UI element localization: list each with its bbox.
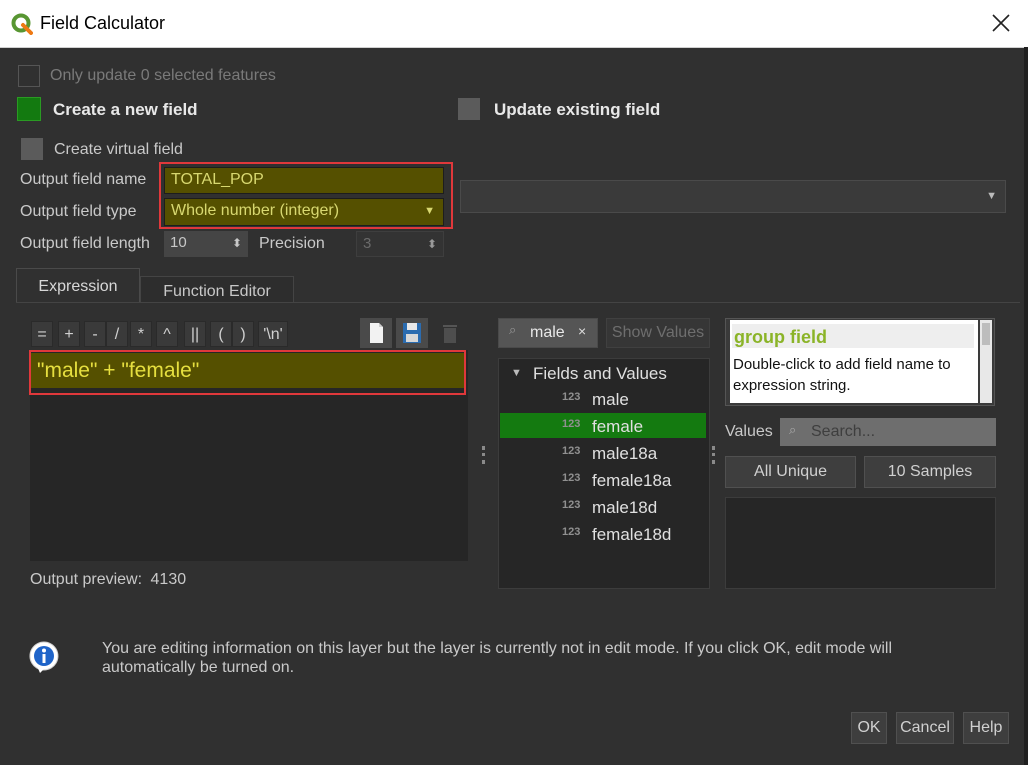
operator-plus-button[interactable]: + — [58, 321, 80, 347]
operator-concat-button[interactable]: || — [184, 321, 206, 347]
tree-item[interactable]: 123 female18a — [562, 467, 704, 494]
precision-spinbox[interactable]: 3 ⬍ — [356, 231, 444, 257]
update-existing-field-label: Update existing field — [494, 100, 661, 119]
delete-button[interactable] — [434, 318, 466, 348]
numeric-field-icon: 123 — [562, 472, 581, 484]
chevron-down-icon: ▼ — [986, 190, 997, 202]
expression-highlight — [29, 350, 466, 395]
help-button[interactable]: Help — [963, 712, 1009, 744]
tree-item-label: female18a — [592, 471, 672, 490]
only-selected-checkbox[interactable] — [18, 65, 40, 87]
create-new-field-label: Create a new field — [53, 100, 198, 119]
output-field-length-value: 10 — [170, 234, 187, 251]
operator-open-paren-button[interactable]: ( — [210, 321, 232, 347]
title-bar: Field Calculator — [0, 0, 1028, 48]
info-message: You are editing information on this laye… — [102, 640, 893, 676]
numeric-field-icon: 123 — [562, 391, 581, 403]
trash-icon — [443, 325, 457, 343]
tree-item[interactable]: 123 male — [562, 386, 704, 413]
help-text: Double-click to add field name to expres… — [733, 356, 951, 394]
tree-item-label: female — [592, 417, 644, 436]
close-icon[interactable] — [988, 10, 1014, 36]
values-list[interactable] — [725, 497, 996, 589]
output-field-length-label: Output field length — [20, 235, 150, 252]
clear-search-icon[interactable]: × — [578, 323, 586, 339]
function-search-value: male — [530, 324, 565, 341]
help-title: group field — [732, 324, 974, 348]
create-virtual-field-checkbox[interactable] — [21, 138, 43, 160]
operator-power-button[interactable]: ^ — [156, 321, 178, 347]
tab-expression[interactable]: Expression — [16, 268, 140, 302]
operator-newline-button[interactable]: '\n' — [258, 321, 288, 347]
precision-label: Precision — [259, 235, 325, 252]
window-title: Field Calculator — [40, 13, 166, 33]
new-file-button[interactable] — [360, 318, 392, 348]
numeric-field-icon: 123 — [562, 418, 581, 430]
numeric-field-icon: 123 — [562, 499, 581, 511]
operator-multiply-button[interactable]: * — [130, 321, 152, 347]
help-content: group field Double-click to add field na… — [730, 320, 978, 403]
show-values-button[interactable]: Show Values — [606, 318, 710, 348]
tree-item[interactable]: 123 male18d — [562, 494, 704, 521]
output-preview-label: Output preview: — [30, 571, 143, 588]
tree-item-label: male — [592, 390, 629, 409]
save-icon — [403, 323, 421, 343]
operator-close-paren-button[interactable]: ) — [232, 321, 254, 347]
values-search-placeholder: Search... — [811, 423, 876, 440]
output-field-length-spinbox[interactable]: 10 ⬍ — [164, 231, 248, 257]
output-field-type-label: Output field type — [20, 203, 137, 220]
tree-item-label: male18a — [592, 444, 658, 463]
all-unique-button[interactable]: All Unique — [725, 456, 856, 488]
tree-item-label: male18d — [592, 498, 658, 517]
help-scrollbar[interactable] — [980, 320, 992, 403]
tree-item-label: female18d — [592, 525, 672, 544]
operator-equals-button[interactable]: = — [31, 321, 53, 347]
tree-group-fields-and-values[interactable]: Fields and Values — [533, 360, 667, 387]
values-label: Values — [725, 423, 773, 440]
spin-arrows-icon[interactable]: ⬍ — [427, 232, 437, 256]
values-search-input[interactable]: ⌕ Search... — [780, 418, 996, 446]
help-scrollbar-thumb[interactable] — [982, 323, 990, 345]
only-selected-label: Only update 0 selected features — [50, 67, 276, 84]
tree-item[interactable]: 123 female — [562, 413, 704, 440]
spin-arrows-icon[interactable]: ⬍ — [232, 231, 242, 255]
output-field-highlight — [159, 162, 453, 229]
precision-value: 3 — [363, 235, 372, 252]
output-preview-value: 4130 — [150, 571, 187, 588]
search-icon: ⌕ — [789, 422, 797, 437]
save-button[interactable] — [396, 318, 428, 348]
tree-item[interactable]: 123 male18a — [562, 440, 704, 467]
operator-minus-button[interactable]: - — [84, 321, 106, 347]
create-new-field-radio[interactable] — [17, 97, 41, 121]
function-search-input[interactable]: ⌕ male × — [498, 318, 598, 348]
existing-field-select[interactable]: ▼ — [460, 180, 1006, 213]
qgis-logo-icon — [11, 13, 33, 35]
numeric-field-icon: 123 — [562, 526, 581, 538]
operator-divide-button[interactable]: / — [106, 321, 128, 347]
new-file-icon — [370, 323, 383, 343]
splitter-handle[interactable] — [482, 446, 488, 464]
search-icon: ⌕ — [509, 322, 517, 337]
output-preview: Output preview: 4130 — [30, 571, 186, 589]
update-existing-field-radio[interactable] — [458, 98, 480, 120]
collapse-arrow-icon[interactable]: ▼ — [511, 367, 522, 379]
tab-divider — [16, 302, 1020, 303]
tree-item[interactable]: 123 female18d — [562, 521, 704, 548]
splitter-handle[interactable] — [712, 446, 718, 464]
cancel-button[interactable]: Cancel — [896, 712, 954, 744]
ok-button[interactable]: OK — [851, 712, 887, 744]
output-field-name-label: Output field name — [20, 171, 147, 188]
ten-samples-button[interactable]: 10 Samples — [864, 456, 996, 488]
create-virtual-field-label: Create virtual field — [54, 141, 183, 158]
info-icon — [29, 641, 59, 673]
tab-function-editor[interactable]: Function Editor — [140, 276, 294, 303]
numeric-field-icon: 123 — [562, 445, 581, 457]
window-edge — [1024, 47, 1028, 765]
